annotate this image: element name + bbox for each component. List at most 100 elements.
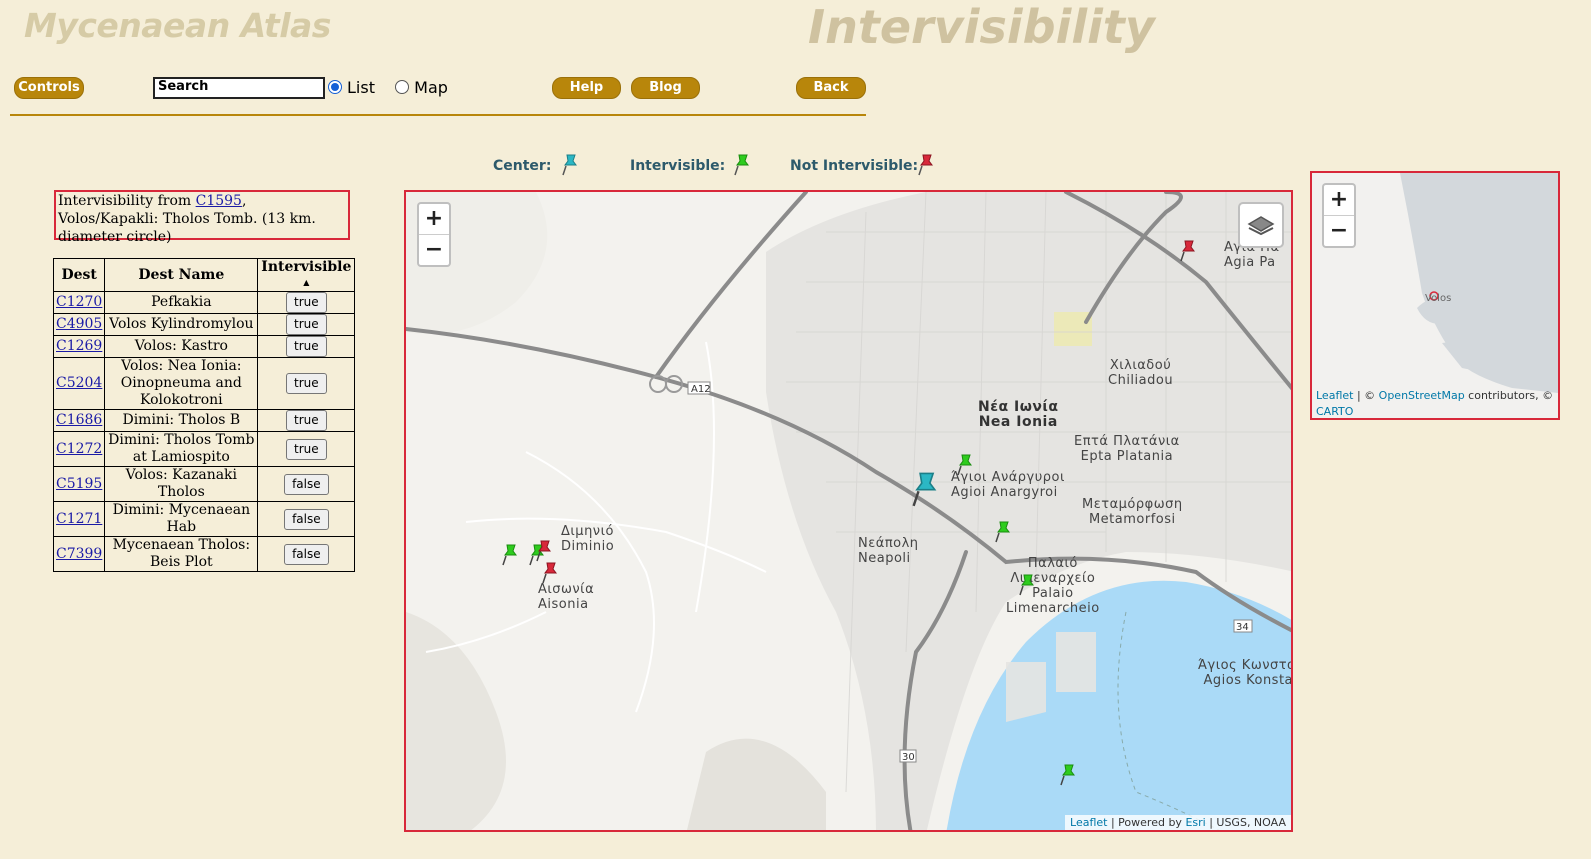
map-view[interactable]: A12 30 34 Νέα Ιωνία Nea Ionia Άγιοι Ανάργ… bbox=[404, 190, 1293, 832]
legend-center-label: Center: bbox=[493, 158, 552, 174]
dest-code-cell: C5195 bbox=[52, 466, 106, 502]
label-aisonia: Αισωνία Aisonia bbox=[538, 582, 595, 612]
intervisible-button[interactable]: true bbox=[286, 373, 327, 394]
label-diminio: Διμηνιό Diminio bbox=[561, 524, 615, 554]
label-nea-ionia: Νέα Ιωνία Nea Ionia bbox=[978, 399, 1059, 430]
intervisible-button[interactable]: true bbox=[286, 314, 327, 335]
intervisible-map-pin-icon[interactable] bbox=[995, 519, 1011, 543]
list-radio-label[interactable]: List bbox=[347, 78, 375, 97]
intervisible-cell: true bbox=[257, 335, 356, 358]
center-map-pin-icon[interactable] bbox=[912, 468, 938, 508]
map-radio-label[interactable]: Map bbox=[414, 78, 448, 97]
minimap-zoom-out-button[interactable]: − bbox=[1324, 215, 1354, 246]
layers-control[interactable] bbox=[1238, 202, 1284, 248]
help-button[interactable]: Help bbox=[552, 77, 621, 99]
label-neapoli: Νεάπολη Neapoli bbox=[858, 536, 919, 566]
dest-code-link[interactable]: C1269 bbox=[56, 338, 102, 354]
destinations-table: Dest Dest Name Intervisible ▲ C1270 Pefka… bbox=[52, 258, 356, 572]
sort-asc-icon: ▲ bbox=[303, 277, 310, 287]
map-zoom-control: + − bbox=[417, 202, 451, 267]
table-row: C1272 Dimini: Tholos Tomb at Lamiospito tr… bbox=[52, 431, 356, 467]
not-intervisible-pin-icon bbox=[918, 154, 933, 176]
layers-icon bbox=[1247, 216, 1275, 236]
dest-name-cell: Dimini: Tholos Tomb at Lamiospito bbox=[104, 431, 259, 467]
minimap-zoom-control: + − bbox=[1322, 183, 1356, 248]
blog-button[interactable]: Blog bbox=[631, 77, 700, 99]
table-row: C1686 Dimini: Tholos B true bbox=[52, 409, 356, 432]
dest-code-link[interactable]: C1272 bbox=[56, 441, 102, 457]
not-intervisible-map-pin-icon[interactable] bbox=[536, 538, 552, 562]
dest-code-link[interactable]: C1686 bbox=[56, 412, 102, 428]
osm-link[interactable]: OpenStreetMap bbox=[1379, 389, 1465, 402]
minimap-zoom-in-button[interactable]: + bbox=[1324, 185, 1354, 215]
zoom-out-button[interactable]: − bbox=[419, 234, 449, 265]
not-intervisible-map-pin-icon[interactable] bbox=[542, 560, 558, 584]
intervisible-button[interactable]: false bbox=[284, 508, 329, 530]
dest-name-cell: Dimini: Mycenaean Hab bbox=[104, 501, 259, 537]
road-30-label: 30 bbox=[902, 752, 915, 763]
road-34-label: 34 bbox=[1236, 622, 1249, 633]
intervisible-cell: true bbox=[257, 291, 356, 314]
carto-link[interactable]: CARTO bbox=[1316, 405, 1353, 418]
dest-code-link[interactable]: C1271 bbox=[56, 511, 102, 527]
intervisible-map-pin-icon[interactable] bbox=[1060, 762, 1076, 786]
intervisible-pin-icon bbox=[734, 154, 749, 176]
leaflet-link[interactable]: Leaflet bbox=[1070, 816, 1107, 829]
table-row: C1270 Pefkakia true bbox=[52, 291, 356, 314]
map-radio[interactable] bbox=[395, 80, 410, 94]
page-title: Intervisibility bbox=[808, 0, 1155, 54]
intervisible-button[interactable]: false bbox=[284, 473, 329, 495]
dest-name-cell: Pefkakia bbox=[104, 291, 259, 314]
intervisible-button[interactable]: true bbox=[286, 336, 327, 357]
dest-code-link[interactable]: C7399 bbox=[56, 546, 102, 562]
intervisible-map-pin-icon[interactable] bbox=[1019, 572, 1035, 596]
intervisible-cell: false bbox=[257, 536, 356, 572]
header-dest-name[interactable]: Dest Name bbox=[104, 258, 259, 292]
intervisible-button[interactable]: true bbox=[286, 410, 327, 431]
minimap-leaflet-link[interactable]: Leaflet bbox=[1316, 389, 1353, 402]
dest-code-link[interactable]: C5195 bbox=[56, 476, 102, 492]
header-dest[interactable]: Dest bbox=[52, 258, 106, 292]
list-radio[interactable] bbox=[328, 80, 342, 94]
dest-name-cell: Volos Kylindromylou bbox=[104, 313, 259, 336]
search-input[interactable]: Search bbox=[153, 77, 325, 99]
label-epta-platania: Επτά Πλατάνια Epta Platania bbox=[1074, 434, 1180, 464]
label-metamorfosi: Μεταμόρφωση Metamorfosi bbox=[1082, 497, 1183, 527]
intervisible-button[interactable]: false bbox=[284, 543, 329, 565]
dest-code-cell: C1686 bbox=[52, 409, 106, 432]
center-site-link[interactable]: C1595 bbox=[196, 193, 242, 209]
intervisible-map-pin-icon[interactable] bbox=[957, 452, 973, 476]
dest-code-link[interactable]: C4905 bbox=[56, 316, 102, 332]
controls-button[interactable]: Controls bbox=[14, 77, 84, 99]
intervisibility-info: Intervisibility from C1595, Volos/Kapakl… bbox=[54, 190, 350, 245]
table-row: C1271 Dimini: Mycenaean Hab false bbox=[52, 501, 356, 537]
dest-name-cell: Mycenaean Tholos: Beis Plot bbox=[104, 536, 259, 572]
intervisible-cell: true bbox=[257, 409, 356, 432]
zoom-in-button[interactable]: + bbox=[419, 204, 449, 234]
label-agios-konstantinos: Άγιος ΚωνσταντίνοςAgios Konstantinos bbox=[1198, 658, 1293, 688]
dest-code-link[interactable]: C5204 bbox=[56, 375, 102, 391]
intervisible-button[interactable]: true bbox=[286, 292, 327, 313]
back-button[interactable]: Back bbox=[796, 77, 866, 99]
dest-code-link[interactable]: C1270 bbox=[56, 294, 102, 310]
dest-name-cell: Volos: Kazanaki Tholos bbox=[104, 466, 259, 502]
label-chiliadou: Χιλιαδού Chiliadou bbox=[1108, 358, 1174, 388]
view-radio-group: List Map bbox=[328, 78, 448, 97]
not-intervisible-map-pin-icon[interactable] bbox=[1180, 238, 1196, 262]
info-prefix: Intervisibility from bbox=[58, 193, 196, 209]
site-title: Mycenaean Atlas bbox=[24, 6, 331, 45]
minimap-attribution: Leaflet | © OpenStreetMap contributors, … bbox=[1316, 389, 1554, 418]
intervisible-cell: true bbox=[257, 313, 356, 336]
intervisible-cell: false bbox=[257, 466, 356, 502]
road-a12-label: A12 bbox=[691, 384, 711, 395]
dest-code-cell: C1272 bbox=[52, 431, 106, 467]
table-row: C5195 Volos: Kazanaki Tholos false bbox=[52, 466, 356, 502]
esri-link[interactable]: Esri bbox=[1185, 816, 1205, 829]
overview-minimap[interactable]: Volos + − Leaflet | © OpenStreetMap cont… bbox=[1310, 171, 1560, 420]
header-intervisible[interactable]: Intervisible ▲ bbox=[257, 258, 356, 292]
intervisible-cell: true bbox=[257, 431, 356, 467]
header-divider bbox=[10, 114, 866, 116]
intervisible-button[interactable]: true bbox=[286, 438, 327, 460]
legend-not-intervisible-label: Not Intervisible: bbox=[790, 158, 919, 174]
intervisible-map-pin-icon[interactable] bbox=[502, 542, 518, 566]
